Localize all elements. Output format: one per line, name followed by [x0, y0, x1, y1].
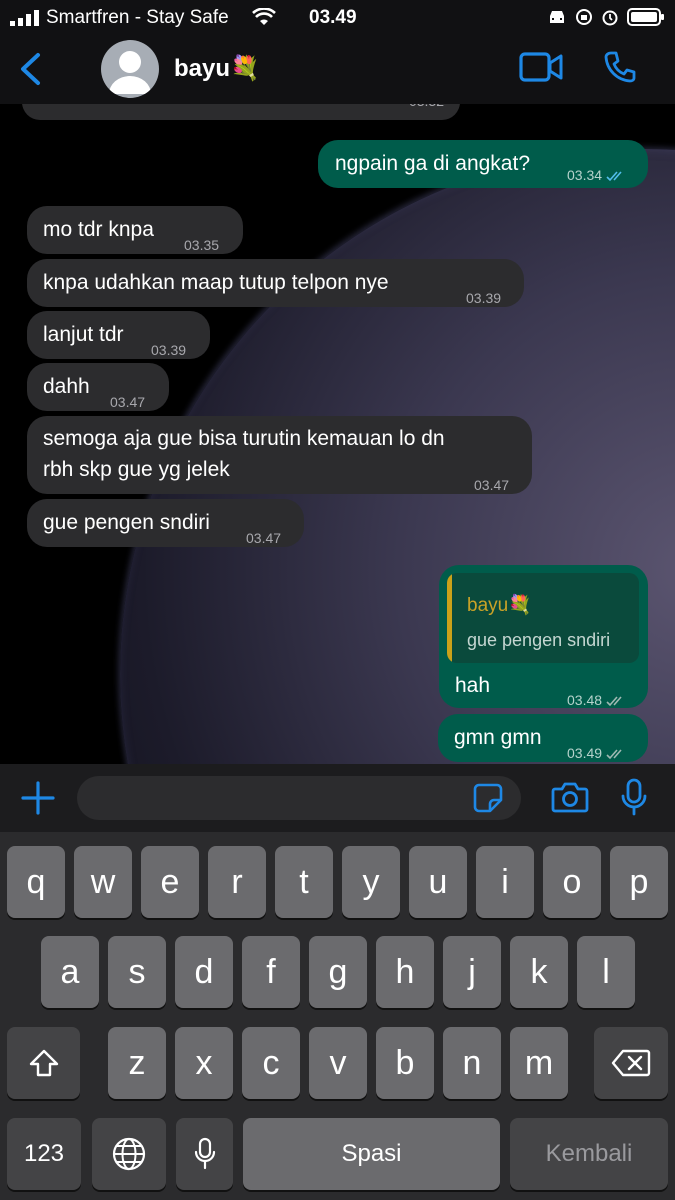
quoted-message[interactable]: bayu💐 gue pengen sndiri	[447, 573, 639, 663]
message-text: knpa udahkan maap tutup telpon nye	[43, 271, 389, 294]
shift-key[interactable]	[7, 1027, 80, 1099]
message-bubble-incoming[interactable]: dahh 03.47	[27, 363, 169, 411]
globe-key[interactable]	[92, 1118, 166, 1190]
message-bubble-outgoing[interactable]: ngpain ga di angkat? 03.34	[318, 140, 648, 188]
key-k[interactable]: k	[510, 936, 568, 1008]
globe-icon	[112, 1137, 146, 1171]
message-time: 03.48	[567, 685, 626, 715]
message-bubble-incoming[interactable]: lanjut tdr 03.39	[27, 311, 210, 359]
numbers-key[interactable]: 123	[7, 1118, 81, 1190]
video-call-icon[interactable]	[519, 52, 563, 82]
delivered-ticks-icon	[606, 749, 622, 760]
plus-icon[interactable]	[20, 780, 56, 816]
carrier-name: Smartfren - Stay Safe	[46, 7, 229, 28]
car-icon	[550, 11, 564, 23]
message-text: mo tdr knpa	[43, 218, 154, 241]
key-c[interactable]: c	[242, 1027, 300, 1099]
key-f[interactable]: f	[242, 936, 300, 1008]
message-text-line: rbh skp gue yg jelek	[43, 458, 230, 481]
key-i[interactable]: i	[476, 846, 534, 918]
alarm-icon	[602, 10, 618, 26]
message-time: 03.39	[151, 342, 187, 358]
wifi-icon	[252, 8, 276, 25]
message-time: 03.47	[246, 530, 282, 546]
key-u[interactable]: u	[409, 846, 467, 918]
back-arrow-icon[interactable]	[18, 52, 42, 86]
composer-bar	[0, 764, 675, 832]
key-q[interactable]: q	[7, 846, 65, 918]
key-x[interactable]: x	[175, 1027, 233, 1099]
message-bubble-incoming[interactable]: semoga aja gue bisa turutin kemauan lo d…	[27, 416, 532, 494]
key-z[interactable]: z	[108, 1027, 166, 1099]
key-j[interactable]: j	[443, 936, 501, 1008]
quoted-text: gue pengen sndiri	[467, 630, 611, 650]
key-s[interactable]: s	[108, 936, 166, 1008]
dictation-key[interactable]	[176, 1118, 233, 1190]
key-a[interactable]: a	[41, 936, 99, 1008]
status-bar: Smartfren - Stay Safe 03.49	[0, 0, 675, 36]
key-b[interactable]: b	[376, 1027, 434, 1099]
message-bubble-incoming[interactable]: mo tdr knpa 03.35	[27, 206, 243, 254]
quoted-sender: bayu💐	[467, 595, 532, 616]
quote-accent-bar	[447, 573, 452, 663]
space-key[interactable]: Spasi	[243, 1118, 500, 1190]
message-time: 03.39	[466, 290, 502, 306]
default-avatar-icon	[109, 51, 151, 94]
message-bubble-outgoing[interactable]: gmn gmn 03.49	[438, 714, 648, 762]
message-time: 03.47	[110, 394, 146, 410]
chat-header: bayu💐	[0, 36, 675, 104]
message-time: 03.35	[184, 237, 220, 253]
delete-key[interactable]	[594, 1027, 668, 1099]
signal-strength-icon	[10, 10, 39, 26]
message-time: 03.47	[474, 477, 510, 493]
avatar[interactable]	[101, 40, 159, 98]
rotation-lock-icon	[576, 9, 592, 25]
battery-icon	[627, 8, 664, 26]
message-time: 03.34	[567, 160, 626, 190]
message-bubble-incoming[interactable]: knpa udahkan maap tutup telpon nye 03.39	[27, 259, 524, 307]
delivered-ticks-icon	[606, 696, 622, 707]
backspace-icon	[611, 1049, 651, 1077]
message-bubble-outgoing-reply[interactable]: bayu💐 gue pengen sndiri hah 03.48	[439, 565, 648, 708]
key-r[interactable]: r	[208, 846, 266, 918]
key-o[interactable]: o	[543, 846, 601, 918]
message-time: 03.32	[409, 104, 444, 116]
message-text: hah	[455, 674, 491, 697]
key-w[interactable]: w	[74, 846, 132, 918]
microphone-icon[interactable]	[620, 778, 648, 818]
message-text-line: semoga aja gue bisa turutin kemauan lo d…	[43, 427, 445, 450]
message-text: gue pengen sndiri	[43, 511, 210, 534]
key-n[interactable]: n	[443, 1027, 501, 1099]
return-key[interactable]: Kembali	[510, 1118, 668, 1190]
message-text: lanjut tdr	[43, 323, 124, 346]
dictation-mic-icon	[194, 1137, 215, 1170]
key-v[interactable]: v	[309, 1027, 367, 1099]
key-e[interactable]: e	[141, 846, 199, 918]
message-time: 03.49	[567, 738, 626, 764]
key-m[interactable]: m	[510, 1027, 568, 1099]
key-g[interactable]: g	[309, 936, 367, 1008]
key-d[interactable]: d	[175, 936, 233, 1008]
message-text: gmn gmn	[454, 726, 542, 749]
key-p[interactable]: p	[610, 846, 668, 918]
message-input[interactable]	[77, 776, 521, 820]
clock: 03.49	[309, 7, 357, 28]
shift-icon	[29, 1049, 58, 1077]
key-l[interactable]: l	[577, 936, 635, 1008]
keyboard: q w e r t y u i o p a s d f g h j k l z …	[0, 832, 675, 1200]
key-y[interactable]: y	[342, 846, 400, 918]
sticker-icon[interactable]	[473, 783, 503, 813]
phone-call-icon[interactable]	[603, 50, 637, 84]
message-text: dahh	[43, 375, 90, 398]
message-bubble-partial: 03.32	[22, 104, 460, 120]
message-bubble-incoming[interactable]: gue pengen sndiri 03.47	[27, 499, 304, 547]
camera-icon[interactable]	[551, 780, 589, 814]
key-t[interactable]: t	[275, 846, 333, 918]
contact-name[interactable]: bayu💐	[174, 54, 260, 83]
key-h[interactable]: h	[376, 936, 434, 1008]
read-receipt-icon	[606, 171, 622, 182]
message-list[interactable]: 03.32 ngpain ga di angkat? 03.34 mo tdr …	[0, 104, 675, 764]
message-text: ngpain ga di angkat?	[335, 152, 530, 175]
